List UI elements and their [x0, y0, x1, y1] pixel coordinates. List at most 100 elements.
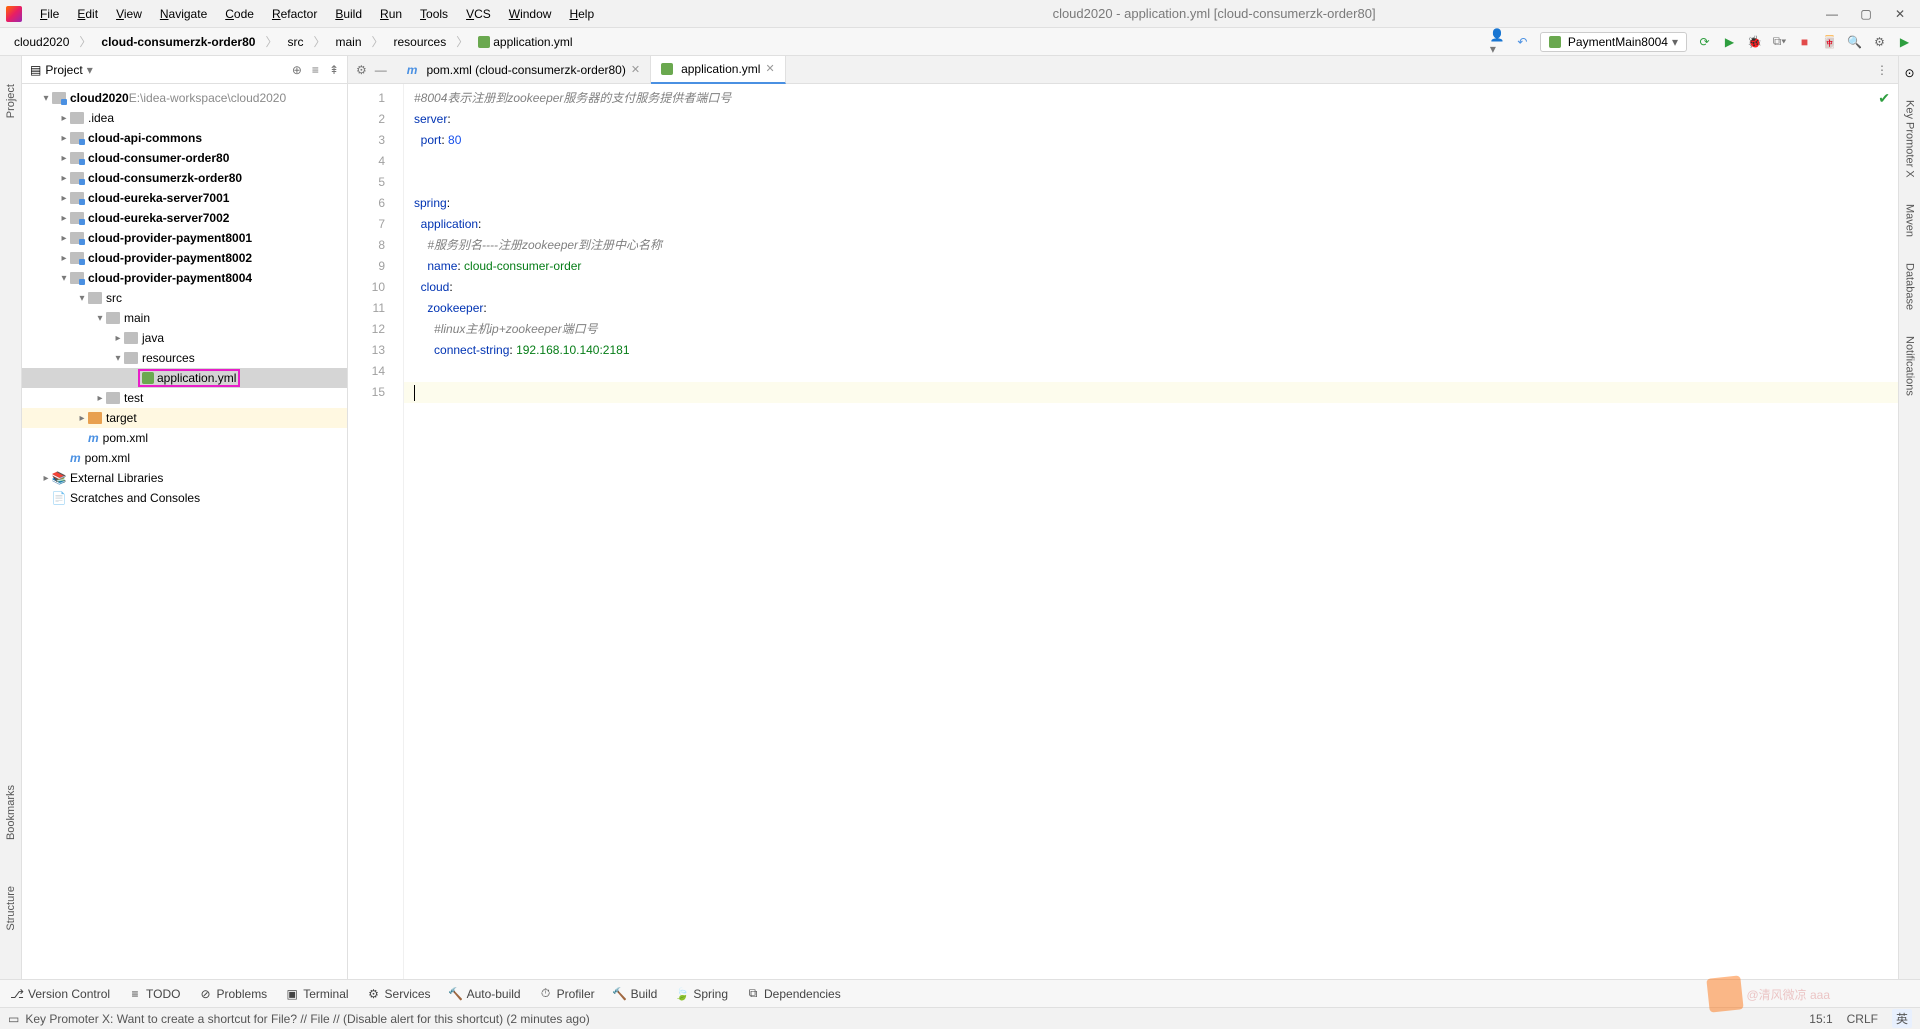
tree-item[interactable]: ▸java [22, 328, 347, 348]
menu-edit[interactable]: Edit [69, 5, 106, 23]
tree-item[interactable]: ▸.idea [22, 108, 347, 128]
bottom-tool-spring[interactable]: 🍃Spring [675, 987, 728, 1001]
bug-run-icon[interactable]: ▶ [1722, 34, 1737, 49]
menu-run[interactable]: Run [372, 5, 410, 23]
tree-item[interactable]: ▸📚External Libraries [22, 468, 347, 488]
tree-item[interactable]: ▾cloud-provider-payment8004 [22, 268, 347, 288]
debug-icon[interactable]: 🐞 [1747, 34, 1762, 49]
code-line[interactable]: connect-string: 192.168.10.140:2181 [404, 340, 1898, 361]
code-line[interactable]: port: 80 [404, 130, 1898, 151]
search-icon[interactable]: 🔍 [1847, 34, 1862, 49]
menu-navigate[interactable]: Navigate [152, 5, 215, 23]
code-line[interactable]: cloud: [404, 277, 1898, 298]
refresh-icon[interactable]: ⟳ [1697, 34, 1712, 49]
tree-item[interactable]: ▾src [22, 288, 347, 308]
crumb-0[interactable]: cloud2020 [8, 34, 75, 50]
code-line[interactable]: application: [404, 214, 1898, 235]
close-button[interactable]: ✕ [1894, 7, 1906, 21]
menu-tools[interactable]: Tools [412, 5, 456, 23]
menu-vcs[interactable]: VCS [458, 5, 499, 23]
code-line[interactable] [404, 151, 1898, 172]
tree-item[interactable]: ▸cloud-consumerzk-order80 [22, 168, 347, 188]
code-line[interactable]: zookeeper: [404, 298, 1898, 319]
menu-refactor[interactable]: Refactor [264, 5, 325, 23]
crumb-2[interactable]: src [281, 34, 309, 50]
notifications-toggle-icon[interactable]: ⊙ [1904, 66, 1914, 80]
coverage-icon[interactable]: ⧉▾ [1772, 34, 1787, 49]
project-settings-icon[interactable]: ⚙ [356, 63, 367, 77]
inspection-ok-icon[interactable]: ✔ [1878, 90, 1890, 107]
tree-item[interactable]: ▾main [22, 308, 347, 328]
translate-icon[interactable]: 🀄 [1822, 34, 1837, 49]
back-icon[interactable]: ↶ [1515, 34, 1530, 49]
bottom-tool-profiler[interactable]: ⏱Profiler [539, 987, 595, 1001]
tool-structure[interactable]: Structure [3, 878, 19, 939]
tree-item[interactable]: ▸test [22, 388, 347, 408]
editor[interactable]: 123456789101112131415 ✔ #8004表示注册到zookee… [348, 84, 1898, 979]
menu-file[interactable]: File [32, 5, 67, 23]
maximize-button[interactable]: ▢ [1860, 7, 1872, 21]
menu-view[interactable]: View [108, 5, 150, 23]
code-line[interactable]: spring: [404, 193, 1898, 214]
tool-bookmarks[interactable]: Bookmarks [3, 777, 19, 848]
menu-window[interactable]: Window [501, 5, 560, 23]
tree-item[interactable]: mpom.xml [22, 428, 347, 448]
run-anything-icon[interactable]: ▶ [1897, 34, 1912, 49]
code-line[interactable]: #8004表示注册到zookeeper服务器的支付服务提供者端口号 [404, 88, 1898, 109]
tree-item[interactable]: ▸target [22, 408, 347, 428]
code-line[interactable]: #linux主机ip+zookeeper端口号 [404, 319, 1898, 340]
more-icon[interactable]: ⋮ [1876, 63, 1888, 77]
tool-maven[interactable]: Maven [1902, 198, 1918, 243]
editor-tab[interactable]: mpom.xml (cloud-consumerzk-order80)✕ [397, 56, 651, 84]
close-tab-icon[interactable]: ✕ [765, 62, 774, 75]
stop-icon[interactable]: ■ [1797, 34, 1812, 49]
crumb-4[interactable]: resources [388, 34, 453, 50]
tree-item[interactable]: ▸cloud-consumer-order80 [22, 148, 347, 168]
tool-notifications[interactable]: Notifications [1902, 330, 1918, 402]
bottom-tool-services[interactable]: ⚙Services [367, 987, 431, 1001]
code-line[interactable] [404, 361, 1898, 382]
settings-icon[interactable]: ⚙ [1872, 34, 1887, 49]
expand-icon[interactable]: ≡ [312, 63, 319, 77]
tool-database[interactable]: Database [1902, 257, 1918, 316]
tree-item[interactable]: ▾resources [22, 348, 347, 368]
tree-item[interactable]: ▸cloud-provider-payment8001 [22, 228, 347, 248]
menu-build[interactable]: Build [327, 5, 370, 23]
tree-item[interactable]: ▸cloud-api-commons [22, 128, 347, 148]
bottom-tool-auto-build[interactable]: 🔨Auto-build [449, 987, 521, 1001]
code-area[interactable]: ✔ #8004表示注册到zookeeper服务器的支付服务提供者端口号serve… [404, 84, 1898, 979]
tree-item[interactable]: mpom.xml [22, 448, 347, 468]
crumb-3[interactable]: main [329, 34, 367, 50]
tree-root[interactable]: ▾cloud2020 E:\idea-workspace\cloud2020 [22, 88, 347, 108]
bottom-tool-version-control[interactable]: ⎇Version Control [10, 987, 110, 1001]
tool-project[interactable]: Project [3, 76, 19, 126]
user-icon[interactable]: 👤▾ [1490, 34, 1505, 49]
input-lang[interactable]: 英 [1892, 1009, 1912, 1028]
bottom-tool-build[interactable]: 🔨Build [613, 987, 658, 1001]
menu-code[interactable]: Code [217, 5, 262, 23]
line-separator[interactable]: CRLF [1847, 1012, 1878, 1026]
bottom-tool-terminal[interactable]: ▣Terminal [285, 987, 348, 1001]
code-line[interactable] [404, 172, 1898, 193]
editor-tab[interactable]: application.yml✕ [651, 56, 786, 84]
code-line[interactable]: server: [404, 109, 1898, 130]
project-tree[interactable]: ▾cloud2020 E:\idea-workspace\cloud2020▸.… [22, 84, 347, 979]
tree-item[interactable]: application.yml [22, 368, 347, 388]
tree-item[interactable]: ▸cloud-provider-payment8002 [22, 248, 347, 268]
crumb-5[interactable]: application.yml [472, 34, 578, 50]
tree-item[interactable]: ▸cloud-eureka-server7002 [22, 208, 347, 228]
bottom-tool-dependencies[interactable]: ⧉Dependencies [746, 987, 841, 1001]
select-opened-icon[interactable]: ⊕ [292, 63, 302, 77]
menu-help[interactable]: Help [561, 5, 602, 23]
code-line[interactable]: #服务别名----注册zookeeper到注册中心名称 [404, 235, 1898, 256]
hide-panel-icon[interactable]: — [375, 63, 387, 77]
code-line[interactable] [404, 382, 1898, 403]
bottom-tool-todo[interactable]: ≡TODO [128, 987, 180, 1001]
status-icon[interactable]: ▭ [8, 1012, 19, 1026]
project-title[interactable]: Project [45, 63, 82, 77]
crumb-1[interactable]: cloud-consumerzk-order80 [95, 34, 261, 50]
bottom-tool-problems[interactable]: ⊘Problems [199, 987, 268, 1001]
minimize-button[interactable]: — [1826, 7, 1838, 21]
chevron-down-icon[interactable]: ▾ [87, 63, 93, 77]
close-tab-icon[interactable]: ✕ [631, 63, 640, 76]
